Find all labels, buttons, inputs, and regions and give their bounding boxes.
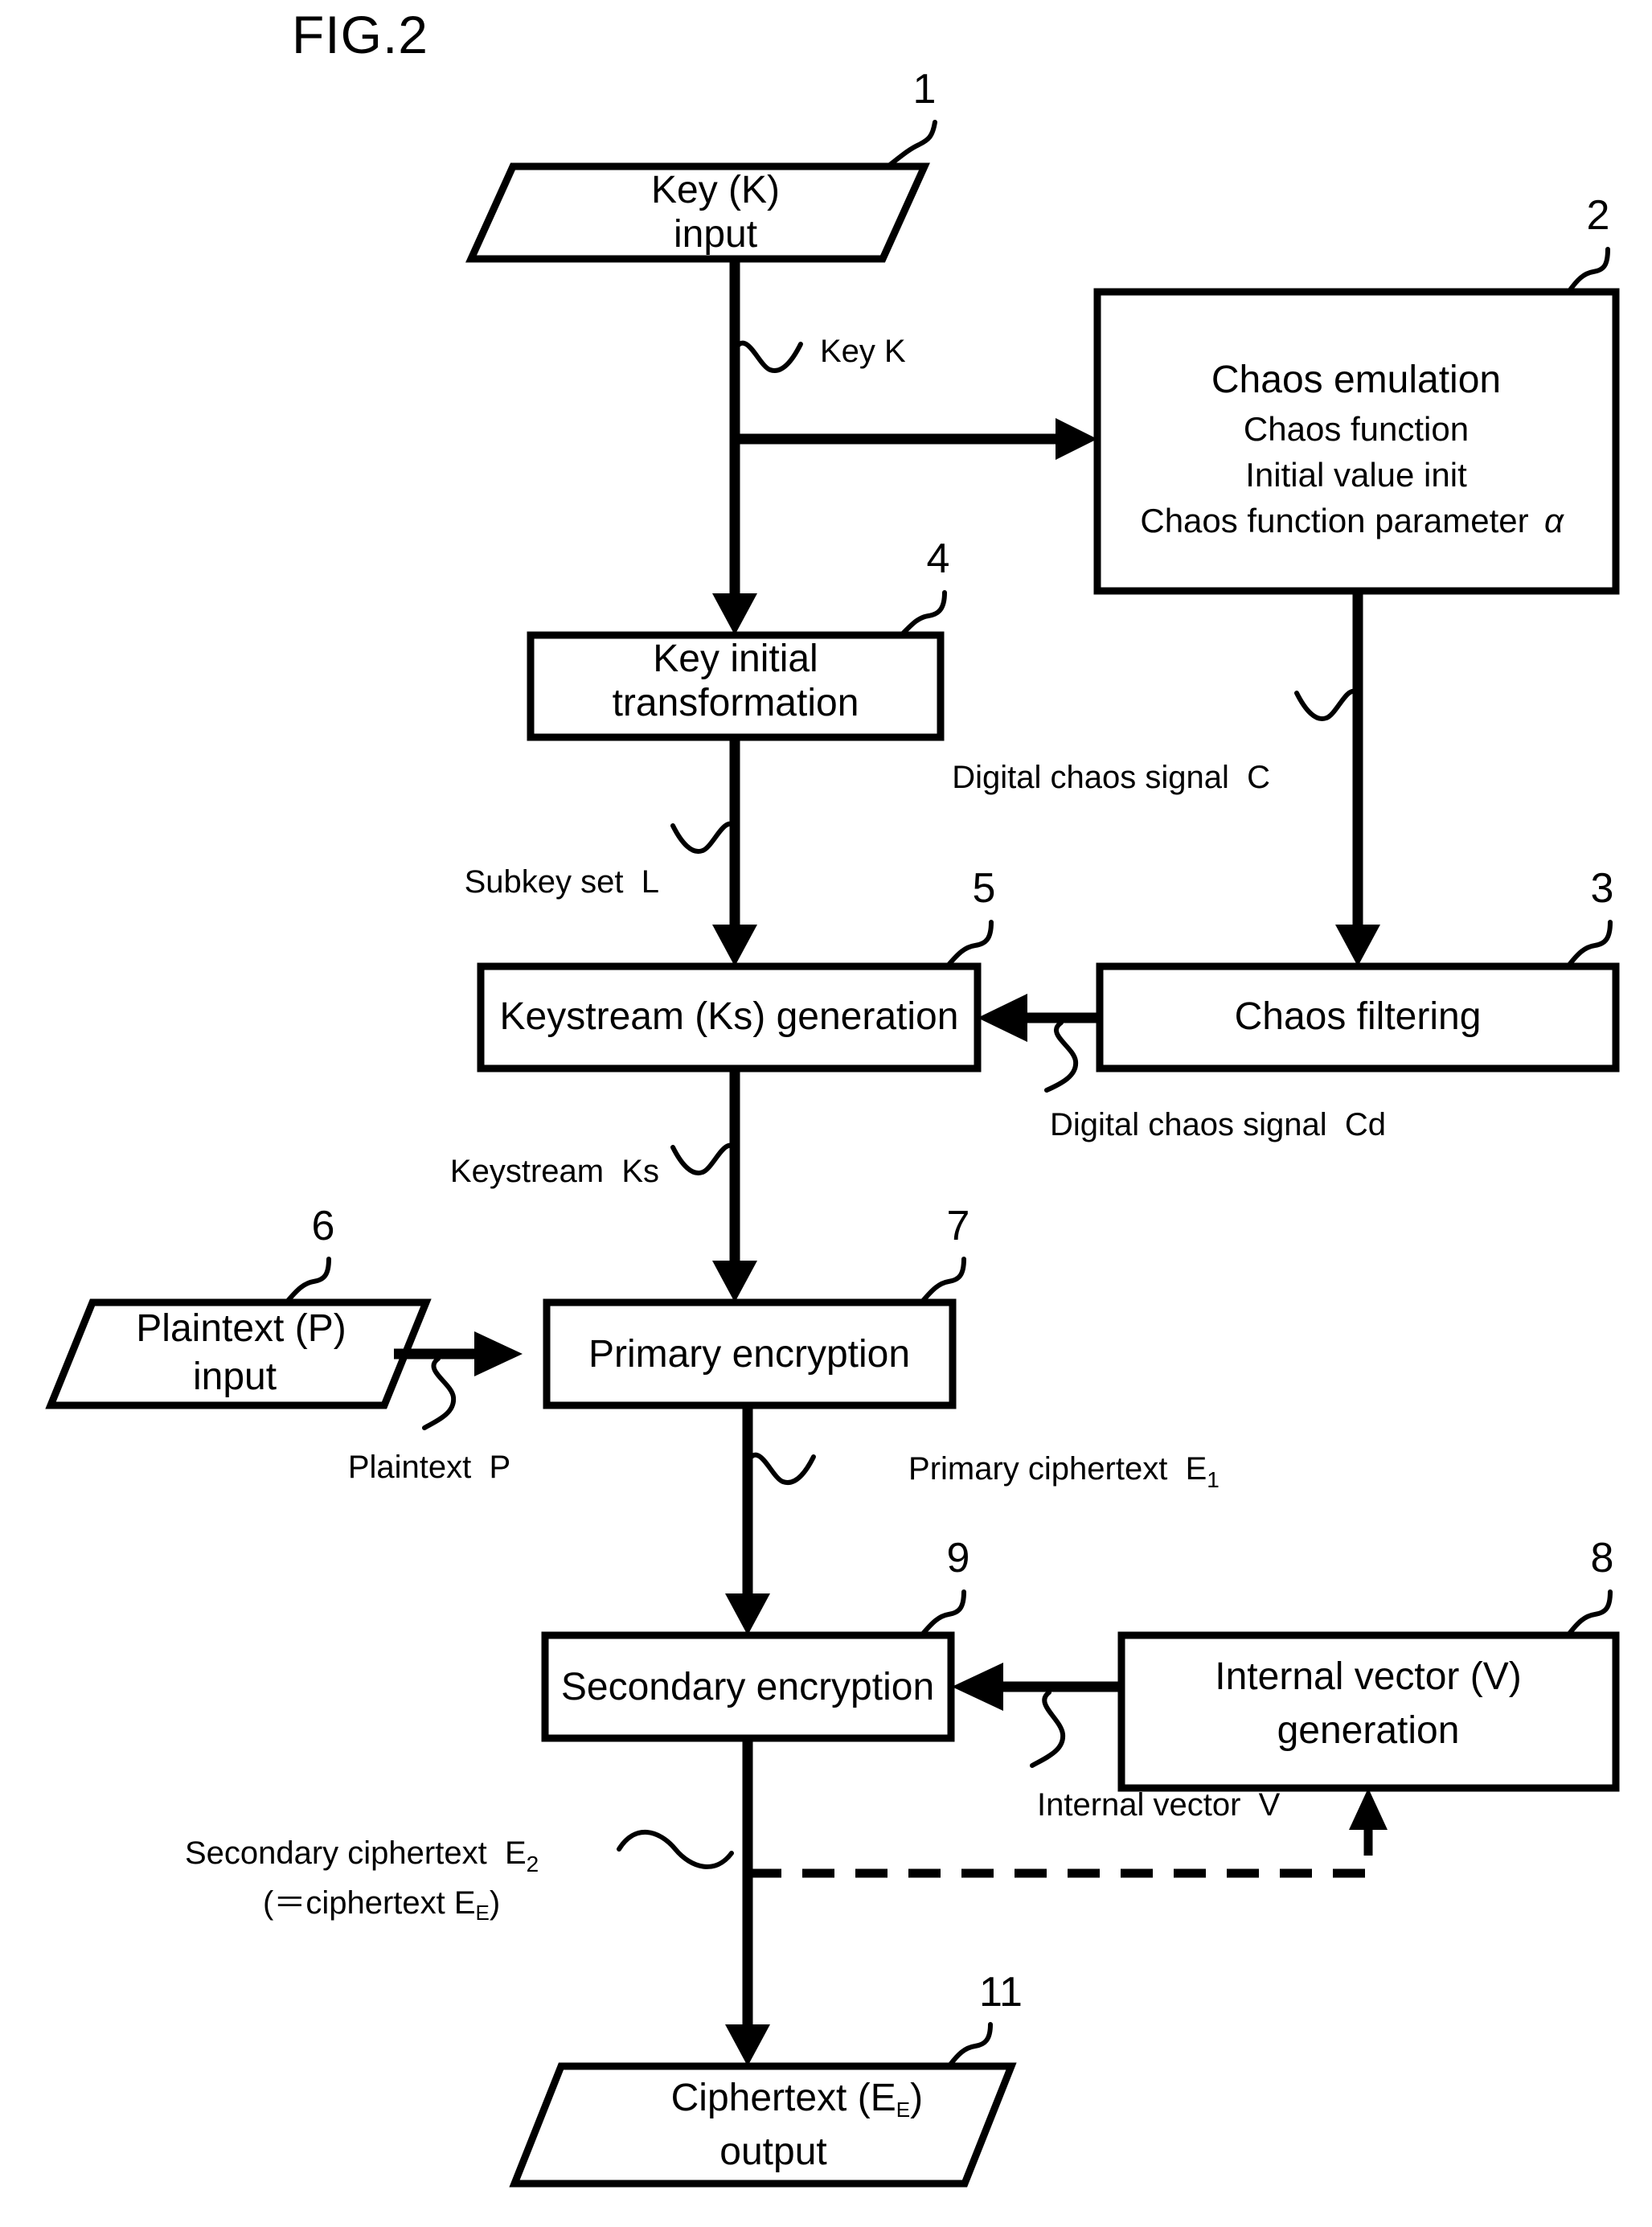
key-initial-transformation-line1: Key initial <box>653 638 818 680</box>
ref-callout-2: 2 <box>1567 192 1610 293</box>
connector-primary-to-secondary-encryption <box>725 1405 770 1635</box>
chaos-filtering-label: Chaos filtering <box>1235 995 1482 1038</box>
ref-number-3: 3 <box>1591 865 1614 912</box>
ref-callout-4: 4 <box>900 535 950 637</box>
connector-key-to-key-transformation <box>712 259 757 635</box>
node-key-input[interactable]: Key (K) input <box>465 162 930 263</box>
arrowhead-secondary-encryption-to-output <box>725 2024 770 2066</box>
connector-keystream-to-primary-encryption <box>712 1068 757 1302</box>
internal-vector-generation-line1: Internal vector (V) <box>1215 1655 1521 1698</box>
flowchart-diagram: FIG.2 Key (K) input 1 Chaos emulation Ch… <box>45 5 1620 2188</box>
secondary-ciphertext-main: Secondary ciphertext E <box>185 1835 527 1871</box>
ref-callout-8: 8 <box>1567 1535 1614 1636</box>
edge-label-keystream-ks: Keystream Ks <box>450 1142 739 1189</box>
connector-internal-vector-to-secondary-encryption <box>952 1663 1121 1711</box>
secondary-ciphertext-alt-post: ) <box>490 1885 500 1921</box>
connector-chaos-emulation-to-filtering <box>1335 591 1380 966</box>
ref-callout-3: 3 <box>1567 865 1614 967</box>
node-key-initial-transformation[interactable]: Key initial transformation <box>527 631 945 741</box>
figure-title: FIG.2 <box>292 5 428 64</box>
primary-encryption-label: Primary encryption <box>588 1333 910 1376</box>
edge-label-digital-chaos-signal-c-text: Digital chaos signal C <box>952 760 1270 795</box>
edge-label-keystream-ks-text: Keystream Ks <box>450 1154 659 1189</box>
ref-callout-11: 11 <box>948 1969 1023 2067</box>
connector-filtering-to-keystream <box>978 994 1100 1042</box>
chaos-emulation-line-parameter: Chaos function parameter <box>1140 502 1528 539</box>
internal-vector-generation-line2: generation <box>1277 1709 1460 1752</box>
node-secondary-encryption[interactable]: Secondary encryption <box>541 1631 955 1742</box>
node-internal-vector-generation[interactable]: Internal vector (V) generation <box>1117 1631 1620 1792</box>
primary-ciphertext-subscript: 1 <box>1207 1467 1220 1492</box>
secondary-ciphertext-alt-subscript: E <box>476 1901 490 1925</box>
ref-number-11: 11 <box>979 1969 1023 2016</box>
plaintext-input-line1: Plaintext (P) <box>136 1307 346 1350</box>
edge-label-plaintext-p-text: Plaintext P <box>348 1450 510 1485</box>
figure-container: FIG.2 Key (K) input 1 Chaos emulation Ch… <box>0 0 1652 2227</box>
ref-number-6: 6 <box>312 1203 335 1249</box>
arrowhead-chaos-emulation-to-filtering <box>1335 925 1380 966</box>
ref-number-8: 8 <box>1591 1535 1614 1581</box>
ciphertext-output-line2: output <box>719 2131 826 2173</box>
arrowhead-plaintext-to-primary-encryption <box>474 1331 523 1376</box>
edge-label-subkey-set-l: Subkey set L <box>465 821 739 900</box>
edge-label-primary-ciphertext: Primary ciphertext E1 <box>747 1451 1282 1495</box>
arrowhead-key-to-chaos-emulation <box>1056 418 1097 460</box>
plaintext-input-line2: input <box>193 1355 277 1398</box>
connector-secondary-encryption-to-output <box>725 1738 770 2066</box>
node-keystream-generation[interactable]: Keystream (Ks) generation <box>477 962 982 1072</box>
primary-ciphertext-main: Primary ciphertext E <box>908 1451 1207 1487</box>
ref-number-2: 2 <box>1587 192 1610 239</box>
edge-label-digital-chaos-signal-cd-text: Digital chaos signal Cd <box>1050 1107 1386 1142</box>
connector-key-to-chaos-emulation <box>735 418 1097 460</box>
ref-number-7: 7 <box>947 1203 970 1249</box>
ciphertext-output-line1-tail: ) <box>910 2077 923 2119</box>
ref-number-1: 1 <box>913 66 937 113</box>
edge-label-subkey-set-l-text: Subkey set L <box>465 864 659 900</box>
edge-label-secondary-ciphertext-line1: Secondary ciphertext E2 <box>105 1835 601 1879</box>
ref-callout-6: 6 <box>285 1203 335 1303</box>
key-initial-transformation-line2: transformation <box>613 682 859 724</box>
ciphertext-output-line1-main: Ciphertext (E <box>671 2077 896 2119</box>
ref-number-9: 9 <box>947 1535 970 1581</box>
ref-callout-7: 7 <box>920 1203 970 1303</box>
arrowhead-keystream-to-primary-encryption <box>712 1261 757 1302</box>
edge-label-key-k-text: Key K <box>820 334 906 369</box>
edge-label-digital-chaos-signal-c: Digital chaos signal C <box>952 688 1362 795</box>
chaos-emulation-title: Chaos emulation <box>1211 359 1501 401</box>
secondary-ciphertext-alt-pre: (＝ciphertext E <box>263 1885 476 1921</box>
ciphertext-output-line1: Ciphertext (EE) <box>575 2077 998 2122</box>
key-input-label-line2: input <box>674 213 757 256</box>
arrowhead-key-to-transformation <box>712 593 757 635</box>
secondary-encryption-label: Secondary encryption <box>561 1666 934 1708</box>
edge-label-secondary-ciphertext: Secondary ciphertext E2 (＝ciphertext EE) <box>105 1829 734 1925</box>
secondary-ciphertext-subscript: 2 <box>527 1852 539 1876</box>
chaos-emulation-line-function: Chaos function <box>1244 410 1469 448</box>
ref-callout-1: 1 <box>884 66 937 170</box>
ref-number-5: 5 <box>973 865 996 912</box>
key-input-label-line1: Key (K) <box>651 169 780 211</box>
arrowhead-internal-vector-to-secondary-encryption <box>952 1663 1003 1711</box>
arrowhead-transformation-to-keystream <box>712 925 757 966</box>
keystream-generation-label: Keystream (Ks) generation <box>500 995 959 1038</box>
chaos-emulation-line-init: Initial value init <box>1245 456 1467 494</box>
arrowhead-feedback-to-internal-vector <box>1349 1788 1388 1830</box>
edge-label-secondary-ciphertext-line2: (＝ciphertext EE) <box>182 1885 563 1925</box>
edge-label-internal-vector-v-text: Internal vector V <box>1037 1787 1281 1823</box>
node-ciphertext-output[interactable]: Ciphertext (EE) output <box>509 2062 1017 2188</box>
node-plaintext-input[interactable]: Plaintext (P) input <box>45 1298 432 1409</box>
connector-transformation-to-keystream <box>712 737 757 966</box>
node-primary-encryption[interactable]: Primary encryption <box>543 1298 957 1409</box>
chaos-emulation-parameter-symbol: α <box>1544 502 1564 539</box>
edge-label-primary-ciphertext-text: Primary ciphertext E1 <box>828 1451 1282 1495</box>
ciphertext-output-line1-sub: E <box>896 2098 910 2122</box>
ref-callout-5: 5 <box>946 865 996 967</box>
node-chaos-emulation[interactable]: Chaos emulation Chaos function Initial v… <box>1093 288 1620 595</box>
edge-label-key-k: Key K <box>734 334 906 373</box>
arrowhead-primary-to-secondary-encryption <box>725 1593 770 1635</box>
node-chaos-filtering[interactable]: Chaos filtering <box>1096 962 1620 1072</box>
ref-callout-9: 9 <box>920 1535 970 1636</box>
arrowhead-filtering-to-keystream <box>978 994 1027 1042</box>
ref-number-4: 4 <box>927 535 950 582</box>
